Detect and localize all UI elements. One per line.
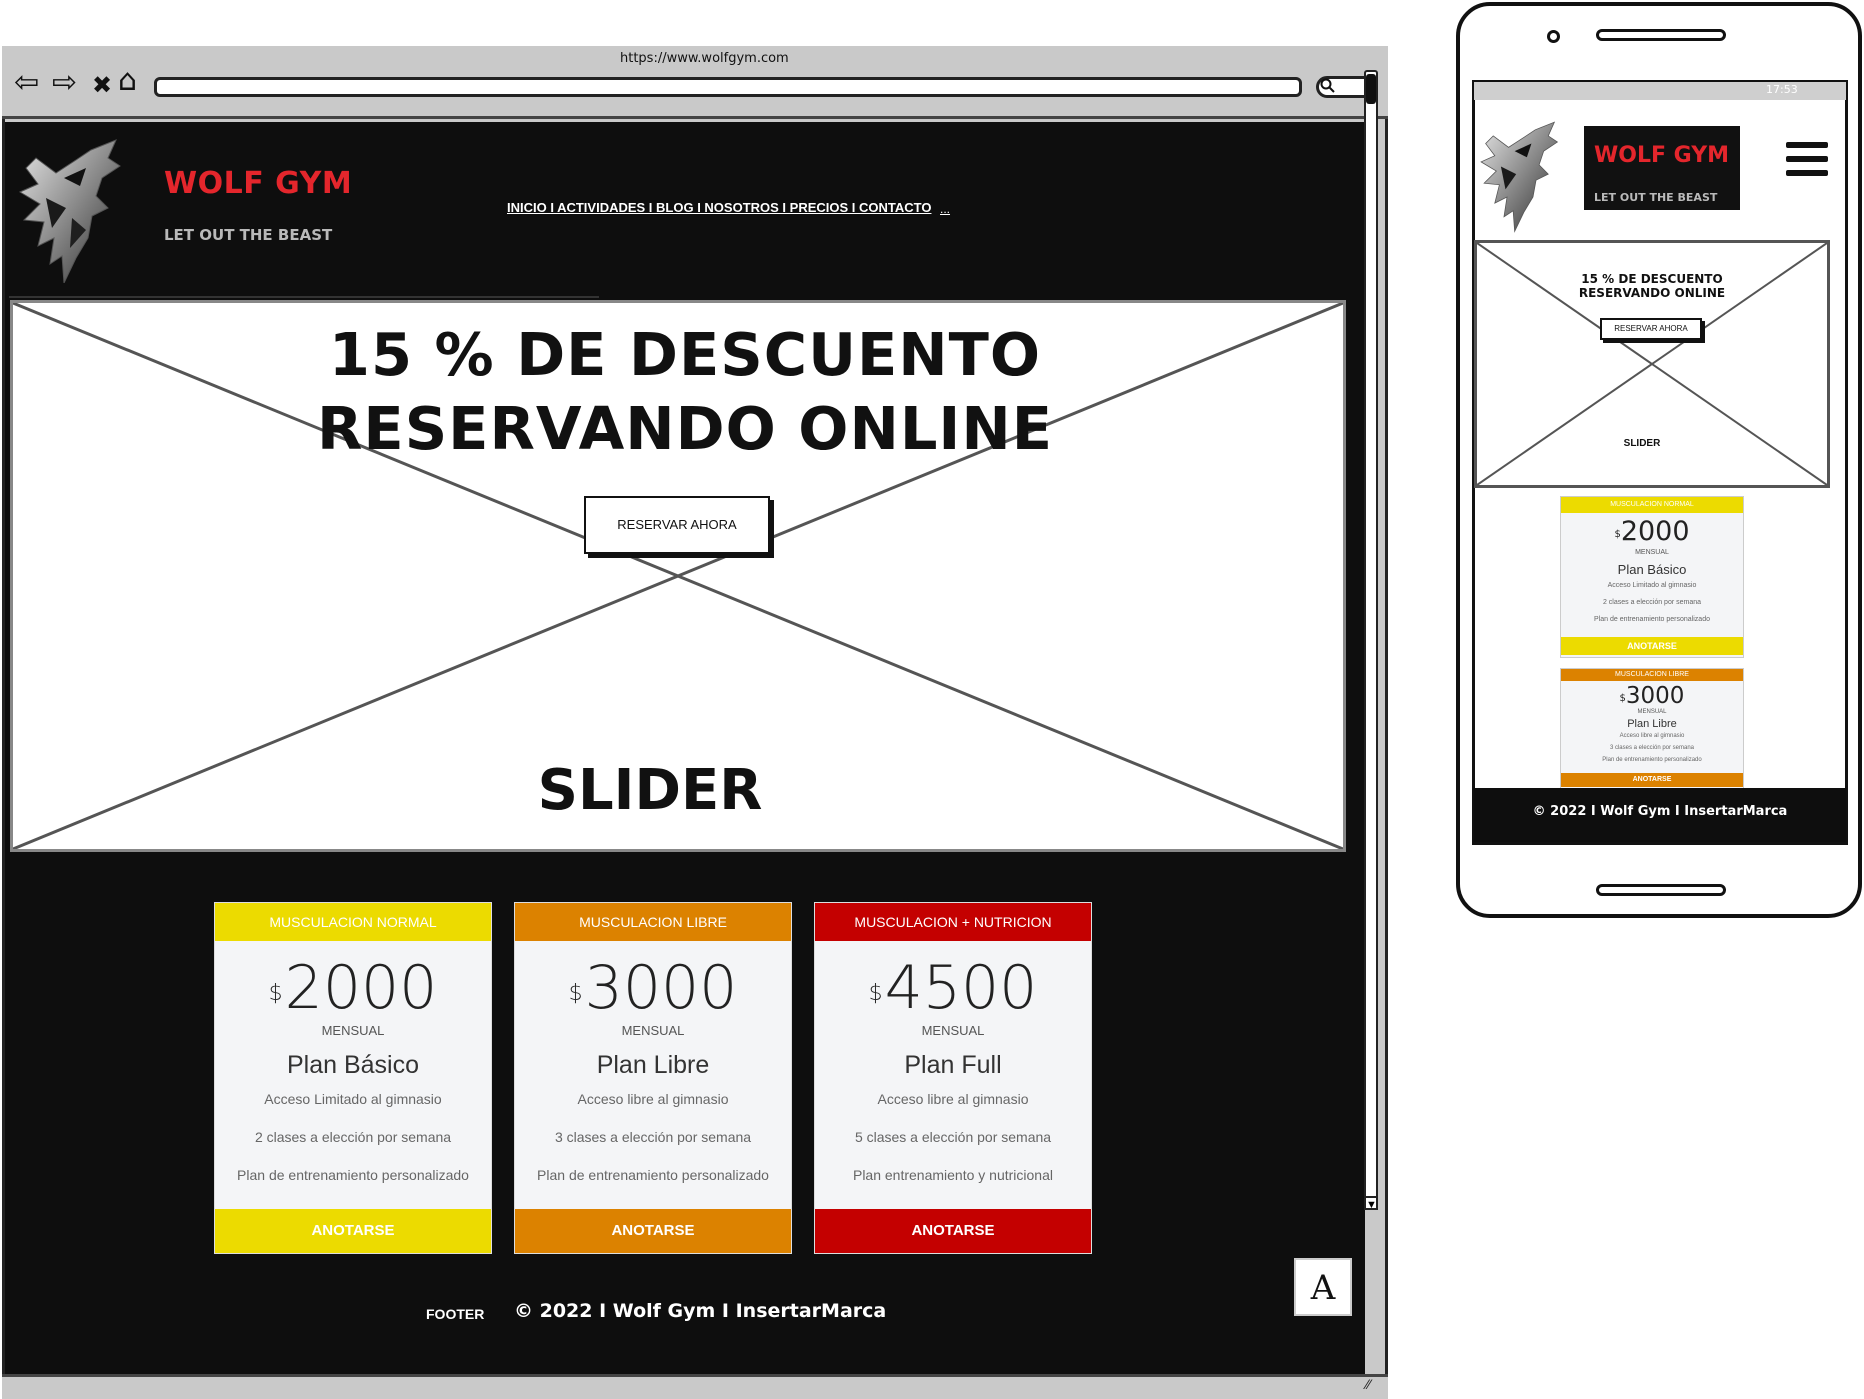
card-period: MENSUAL xyxy=(1635,549,1669,556)
browser-status-bar xyxy=(2,1374,1388,1399)
plan-feature: Acceso libre al gimnasio xyxy=(577,1091,729,1107)
currency-symbol: $ xyxy=(268,981,283,1006)
signup-button[interactable]: ANOTARSE xyxy=(1561,637,1743,655)
plan-name: Plan Libre xyxy=(596,1051,710,1079)
camera-icon xyxy=(1547,30,1560,43)
price-amount: 2000 xyxy=(1620,516,1690,547)
signup-button[interactable]: ANOTARSE xyxy=(815,1209,1091,1253)
nav-more-link[interactable]: ... xyxy=(940,202,950,216)
currency-symbol: $ xyxy=(1619,693,1626,704)
card-price: $2000 xyxy=(215,949,491,1027)
price-amount: 2000 xyxy=(284,953,438,1023)
slider-label: SLIDER xyxy=(537,758,763,823)
card-header: MUSCULACION NORMAL xyxy=(215,903,491,941)
card-period: MENSUAL xyxy=(621,1023,685,1038)
vertical-scrollbar[interactable] xyxy=(1364,70,1378,1210)
price-amount: 3000 xyxy=(584,953,738,1023)
url-text: https://www.wolfgym.com xyxy=(620,51,789,66)
card-price: $4500 xyxy=(815,949,1091,1027)
hero-line-1: 15 % DE DESCUENTO xyxy=(1581,272,1723,286)
plan-feature: Acceso libre al gimnasio xyxy=(877,1091,1029,1107)
pricing-card-basic: MUSCULACION NORMAL $2000 MENSUAL Plan Bá… xyxy=(214,902,492,1254)
card-header: MUSCULACION NORMAL xyxy=(1561,497,1743,513)
plan-name: Plan Básico xyxy=(286,1051,420,1079)
card-period: MENSUAL xyxy=(321,1023,385,1038)
magnifier-icon xyxy=(1320,78,1335,93)
mobile-reserve-now-button[interactable]: RESERVAR AHORA xyxy=(1600,318,1702,340)
plan-name: Plan Full xyxy=(904,1051,1002,1079)
forward-arrow-icon[interactable]: ⇨ xyxy=(52,68,77,98)
phone-speaker xyxy=(1596,29,1726,41)
wolf-logo xyxy=(18,139,121,283)
close-icon[interactable]: ✖ xyxy=(92,70,112,100)
card-header: MUSCULACION LIBRE xyxy=(515,903,791,941)
mobile-hero-heading: 15 % DE DESCUENTO RESERVANDO ONLINE xyxy=(1474,272,1830,300)
status-time: 17:53 xyxy=(1766,83,1798,96)
signup-button[interactable]: ANOTARSE xyxy=(515,1209,791,1253)
mobile-site-title: WOLF GYM xyxy=(1594,143,1730,168)
address-bar[interactable] xyxy=(154,77,1302,97)
hero-line-2: RESERVANDO ONLINE xyxy=(1578,286,1726,300)
home-button[interactable] xyxy=(1596,884,1726,896)
mobile-pricing-card-libre: MUSCULACION LIBRE $3000 MENSUAL Plan Lib… xyxy=(1560,668,1744,790)
plan-name: Plan Básico xyxy=(1617,562,1687,577)
price-amount: 3000 xyxy=(1625,683,1685,709)
plan-feature: Plan entrenamiento y nutricional xyxy=(852,1167,1053,1183)
plan-feature: 2 clases a elección por semana xyxy=(254,1129,452,1145)
signup-button[interactable]: ANOTARSE xyxy=(215,1209,491,1253)
currency-symbol: $ xyxy=(1614,529,1621,540)
plan-feature: 3 clases a elección por semana xyxy=(554,1129,752,1145)
plan-feature: 2 clases a elección por semana xyxy=(1602,599,1702,606)
currency-symbol: $ xyxy=(868,981,883,1006)
home-icon[interactable]: ⌂ xyxy=(118,66,137,96)
plan-feature: Acceso Limitado al gimnasio xyxy=(1607,582,1697,589)
signup-button[interactable]: ANOTARSE xyxy=(1561,773,1743,787)
hero-heading: 15 % DE DESCUENTO RESERVANDO ONLINE xyxy=(10,318,1360,466)
plan-feature: Plan de entrenamiento personalizado xyxy=(1602,757,1702,763)
back-arrow-icon[interactable]: ⇦ xyxy=(14,68,39,98)
mobile-footer-copyright: © 2022 I Wolf Gym I InsertarMarca xyxy=(1532,804,1788,819)
plan-feature: Acceso libre al gimnasio xyxy=(1619,733,1685,739)
scrollbar-thumb[interactable] xyxy=(1366,74,1376,104)
mobile-site-tagline: LET OUT THE BEAST xyxy=(1594,191,1718,204)
scroll-down-arrow-icon[interactable]: ▼ xyxy=(1364,1196,1378,1211)
hero-line-1: 15 % DE DESCUENTO xyxy=(328,320,1042,389)
header-divider xyxy=(9,296,599,298)
plan-feature: Plan de entrenamiento personalizado xyxy=(237,1167,469,1183)
mobile-pricing-card-basic: MUSCULACION NORMAL $2000 MENSUAL Plan Bá… xyxy=(1560,496,1744,658)
plan-feature: Plan de entrenamiento personalizado xyxy=(537,1167,769,1183)
brand-badge-icon[interactable]: A xyxy=(1294,1258,1352,1316)
resize-grip-icon[interactable]: ⁄⁄ xyxy=(1366,1376,1371,1392)
pricing-card-libre: MUSCULACION LIBRE $3000 MENSUAL Plan Lib… xyxy=(514,902,792,1254)
plan-feature: Acceso Limitado al gimnasio xyxy=(264,1091,442,1107)
plan-feature: 3 clases a elección por semana xyxy=(1609,745,1695,751)
footer-label: FOOTER xyxy=(426,1306,485,1322)
currency-symbol: $ xyxy=(568,981,583,1006)
price-amount: 4500 xyxy=(884,953,1038,1023)
card-price: $2000 xyxy=(1561,517,1743,547)
site-tagline: LET OUT THE BEAST xyxy=(164,226,333,244)
card-header: MUSCULACION + NUTRICION xyxy=(815,903,1091,941)
card-period: MENSUAL xyxy=(1637,709,1667,715)
plan-feature: Plan de entrenamiento personalizado xyxy=(1594,616,1710,623)
plan-feature: 5 clases a elección por semana xyxy=(854,1129,1052,1145)
wolf-logo xyxy=(1480,121,1559,233)
card-period: MENSUAL xyxy=(921,1023,985,1038)
pricing-card-full: MUSCULACION + NUTRICION $4500 MENSUAL Pl… xyxy=(814,902,1092,1254)
plan-name: Plan Libre xyxy=(1627,718,1677,730)
hero-line-2: RESERVANDO ONLINE xyxy=(316,394,1054,463)
site-title: WOLF GYM xyxy=(164,166,353,201)
reserve-now-button[interactable]: RESERVAR AHORA xyxy=(584,496,770,554)
footer-copyright: © 2022 I Wolf Gym I InsertarMarca xyxy=(514,1300,887,1322)
card-price: $3000 xyxy=(1561,681,1743,711)
hamburger-menu-icon[interactable] xyxy=(1786,142,1828,182)
mobile-slider-label: SLIDER xyxy=(1623,438,1661,449)
main-navigation[interactable]: INICIO I ACTIVIDADES I BLOG I NOSOTROS I… xyxy=(507,200,931,215)
card-price: $3000 xyxy=(515,949,791,1027)
card-header: MUSCULACION LIBRE xyxy=(1561,669,1743,681)
